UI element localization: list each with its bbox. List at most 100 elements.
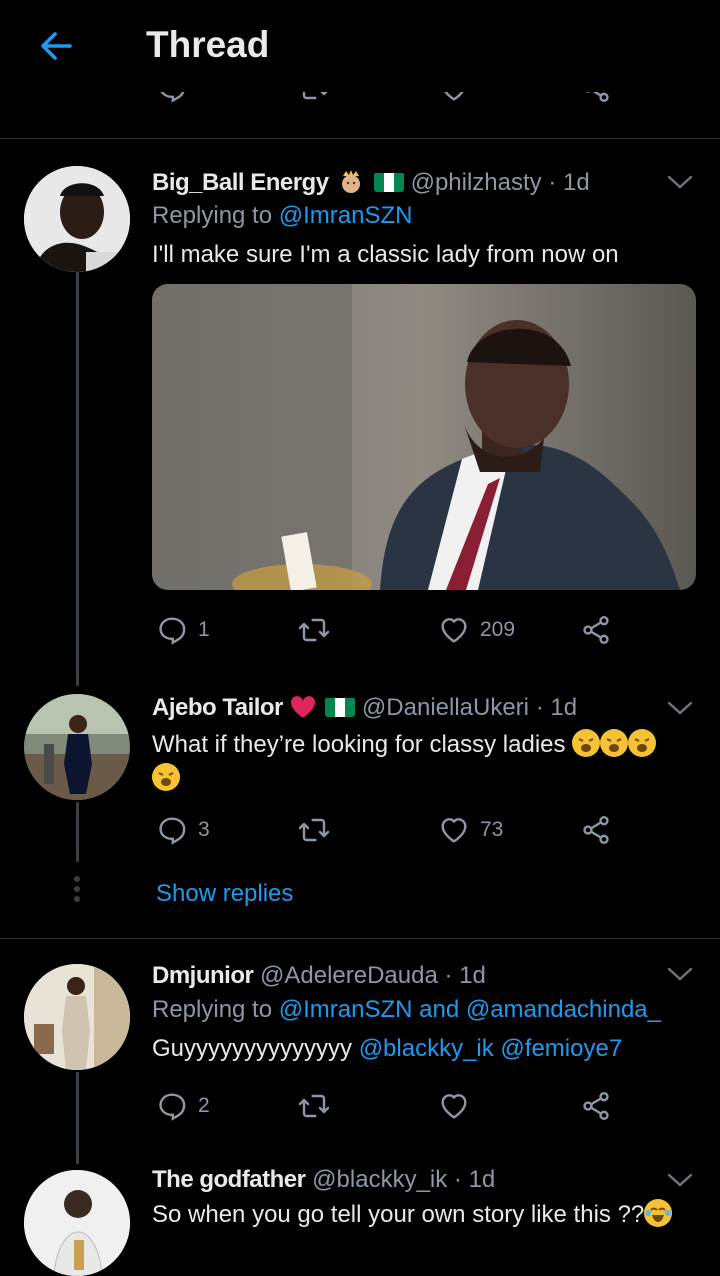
replying-to-link[interactable]: @ImranSZN <box>279 202 413 229</box>
avatar-photo <box>24 694 130 800</box>
tweet-text: I'll make sure I'm a classic lady from n… <box>152 241 619 268</box>
previous-tweet-actions <box>0 92 720 116</box>
retweet-icon <box>298 614 330 646</box>
author-line: Ajebo Tailor @DaniellaUkeri · 1d <box>152 694 577 722</box>
chevron-down-icon[interactable] <box>666 1170 694 1190</box>
avatar[interactable] <box>24 694 130 800</box>
share-action[interactable] <box>580 612 612 648</box>
share-icon[interactable] <box>580 92 612 104</box>
thread-ellipsis <box>74 872 82 906</box>
user-handle[interactable]: @blackky_ik <box>312 1166 447 1193</box>
user-handle[interactable]: @philzhasty <box>411 169 542 196</box>
avatar[interactable] <box>24 1170 130 1276</box>
share-icon <box>580 814 612 846</box>
nigeria-flag <box>373 172 404 192</box>
reply-icon <box>156 1090 188 1122</box>
tweet[interactable]: Dmjunior @AdelereDauda · 1d Replying to … <box>0 940 720 1160</box>
share-action[interactable] <box>580 812 612 848</box>
divider <box>0 138 720 139</box>
reply-action[interactable]: 1 <box>156 612 210 648</box>
retweet-icon <box>298 1090 330 1122</box>
reply-icon[interactable] <box>156 92 188 104</box>
nigeria-flag <box>325 697 356 717</box>
emoji-weary-face <box>152 763 180 791</box>
reply-count: 2 <box>198 1094 210 1117</box>
user-handle[interactable]: @DaniellaUkeri <box>362 694 529 721</box>
thread-connector <box>76 272 79 686</box>
emoji-weary-face <box>600 729 629 757</box>
like-icon <box>438 1090 470 1122</box>
like-action[interactable] <box>438 1088 470 1124</box>
tweet-text-body: What if they’re looking for classy ladie… <box>152 731 566 758</box>
tweet-text-body: So when you go tell your own story like … <box>152 1201 645 1228</box>
emoji-prince <box>338 168 364 194</box>
heart-emoji <box>290 695 316 719</box>
replying-to-link[interactable]: @ImranSZN and @amandachinda_ <box>279 996 661 1023</box>
tweet-text-body: Guyyyyyyyyyyyyyy <box>152 1035 359 1062</box>
share-icon <box>580 1090 612 1122</box>
like-icon <box>438 614 470 646</box>
replying-to: Replying to @ImranSZN and @amandachinda_ <box>152 996 661 1024</box>
page-title: Thread <box>146 24 270 65</box>
timestamp: · 1d <box>548 169 590 196</box>
like-action[interactable]: 73 <box>438 812 503 848</box>
reply-count: 1 <box>198 618 210 641</box>
display-name[interactable]: Dmjunior <box>152 962 254 989</box>
retweet-action[interactable] <box>298 1088 330 1124</box>
timestamp: · 1d <box>453 1166 496 1193</box>
replying-to: Replying to @ImranSZN <box>152 202 412 230</box>
author-line: The godfather @blackky_ik · 1d <box>152 1166 495 1194</box>
reply-action[interactable]: 3 <box>156 812 210 848</box>
share-icon <box>580 614 612 646</box>
avatar-photo <box>24 166 130 272</box>
author-line: Dmjunior @AdelereDauda · 1d <box>152 962 486 990</box>
divider <box>0 938 720 939</box>
reply-action[interactable]: 2 <box>156 1088 210 1124</box>
show-replies-link[interactable]: Show replies <box>156 880 293 908</box>
retweet-icon <box>298 814 330 846</box>
chevron-down-icon[interactable] <box>666 964 694 984</box>
replying-to-label: Replying to <box>152 202 273 229</box>
like-icon[interactable] <box>438 92 470 104</box>
reply-icon <box>156 614 188 646</box>
retweet-icon[interactable] <box>298 92 330 104</box>
thread-connector <box>76 802 79 862</box>
retweet-action[interactable] <box>298 812 330 848</box>
tweet[interactable]: The godfather @blackky_ik · 1d So when y… <box>0 1160 720 1276</box>
tweet-text: So when you go tell your own story like … <box>152 1198 692 1232</box>
chevron-down-icon[interactable] <box>666 698 694 718</box>
reply-count: 3 <box>198 818 210 841</box>
display-name[interactable]: Big_Ball Energy <box>152 169 329 196</box>
like-count: 73 <box>480 818 504 841</box>
retweet-action[interactable] <box>298 612 330 648</box>
tweet-text: Guyyyyyyyyyyyyyy @blackky_ik @femioye7 <box>152 1032 692 1066</box>
share-action[interactable] <box>580 1088 612 1124</box>
display-name[interactable]: Ajebo Tailor <box>152 694 283 721</box>
display-name[interactable]: The godfather <box>152 1166 306 1193</box>
tweet-media[interactable] <box>152 284 696 590</box>
tweet[interactable]: Big_Ball Energy @philzhasty · 1d Replyin… <box>0 140 720 680</box>
replying-to-label: Replying to <box>152 996 273 1023</box>
like-action[interactable]: 209 <box>438 612 515 648</box>
timestamp: · 1d <box>535 694 578 721</box>
chevron-down-icon[interactable] <box>666 172 694 192</box>
timestamp: · 1d <box>444 962 486 989</box>
thread-connector <box>76 1072 79 1164</box>
avatar-photo <box>24 964 130 1070</box>
avatar[interactable] <box>24 964 130 1070</box>
like-count: 209 <box>480 618 516 641</box>
avatar[interactable] <box>24 166 130 272</box>
back-arrow-icon[interactable] <box>36 26 76 66</box>
author-line: Big_Ball Energy @philzhasty · 1d <box>152 168 590 197</box>
emoji-weary-face <box>572 729 601 757</box>
user-handle[interactable]: @AdelereDauda <box>260 962 438 989</box>
emoji-weary-face <box>628 729 657 757</box>
reply-icon <box>156 814 188 846</box>
tweet-text: What if they’re looking for classy ladie… <box>152 728 692 796</box>
mention-links[interactable]: @blackky_ik @femioye7 <box>359 1035 622 1062</box>
tweet[interactable]: Ajebo Tailor @DaniellaUkeri · 1d What if… <box>0 686 720 936</box>
like-icon <box>438 814 470 846</box>
emoji-crying-laughing <box>644 1199 673 1227</box>
avatar-photo <box>24 1170 130 1276</box>
photo-man-in-suit <box>152 284 696 590</box>
